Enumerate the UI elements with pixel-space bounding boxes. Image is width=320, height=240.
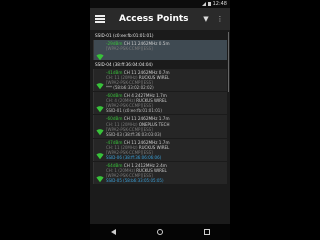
wifi-signal-icon [96, 121, 104, 136]
app-bar: Access Points ▼ ⋮ [90, 8, 230, 30]
page-title: Access Points [119, 14, 189, 24]
signal-strength-icon [201, 2, 206, 6]
wifi-signal-icon [96, 75, 104, 90]
channel-width-line: [WPA2-PSK-CCMP][ESS] [106, 46, 225, 51]
vendor-name: ONEPLUS TECH [138, 121, 170, 127]
status-time: 12:48 [212, 1, 227, 7]
status-bar: 12:48 [90, 0, 230, 8]
access-point-card[interactable]: -29dBm CH 11 2462MHz 0.5m [WPA2-PSK-CCMP]… [93, 40, 227, 61]
wifi-signal-icon [96, 98, 104, 113]
access-point-card[interactable]: -64dBm CH 1 2412MHz 2.4m CH: 1 (20MHz) RU… [93, 161, 227, 185]
hamburger-menu-icon[interactable] [95, 15, 105, 23]
access-point-list[interactable]: SSID-01 (c0:ee:fb:01:01:01) -29dBm CH 11 … [90, 30, 230, 224]
home-button-icon[interactable] [156, 229, 163, 235]
back-button-icon[interactable] [110, 229, 116, 235]
group-header[interactable]: SSID-01 (c0:ee:fb:01:01:01) [93, 33, 227, 39]
access-point-card[interactable]: -60dBm CH 4 2427MHz 1.7m CH: 4 (20MHz) RU… [93, 92, 227, 115]
ap-group: SSID-01 (c0:ee:fb:01:01:01) -29dBm CH 11 … [93, 33, 227, 61]
wifi-signal-icon [96, 168, 104, 183]
phone-screen: 12:48 Access Points ▼ ⋮ SSID-01 (c0:ee:f… [90, 0, 230, 240]
ap-group: SSID-04 (38:ff:36:04:04:04) -41dBm CH 11 … [93, 62, 227, 185]
navigation-bar [90, 224, 230, 240]
wifi-signal-icon [96, 46, 104, 61]
channel-width: [WPA2-PSK-CCMP][ESS] [106, 46, 153, 52]
group-header[interactable]: SSID-04 (38:ff:36:04:04:04) [93, 62, 227, 68]
scrollbar[interactable] [227, 32, 229, 92]
ssid-label: SSID-01 (c0:ee:fb:01:01:01) [106, 108, 162, 114]
access-point-card[interactable]: -60dBm CH 11 2462MHz 1.7m CH: 11 (20MHz) … [93, 115, 227, 138]
ssid-label: SSID-05 (58:b6:33:05:05:05) [106, 178, 164, 184]
battery-icon [207, 2, 211, 6]
ssid-label: SSID-06 (38:ff:36:06:06:06) [106, 154, 162, 160]
recent-apps-button-icon[interactable] [203, 229, 210, 235]
wifi-signal-icon [96, 145, 104, 159]
access-point-card[interactable]: -41dBm CH 11 2462MHz 0.7m CH: 11 (20MHz) … [93, 69, 227, 92]
ssid-label: *** (58:b6:33:02:02:02) [106, 85, 154, 91]
ssid-label: SSID-03 (38:ff:36:03:03:03) [106, 131, 162, 137]
access-point-card[interactable]: -47dBm CH 11 2462MHz 1.7m CH: 11 (20MHz) … [93, 138, 227, 161]
overflow-menu-icon[interactable]: ⋮ [215, 15, 225, 23]
filter-icon[interactable]: ▼ [201, 15, 211, 23]
channel-width: CH: 11 (20MHz) [106, 121, 139, 127]
